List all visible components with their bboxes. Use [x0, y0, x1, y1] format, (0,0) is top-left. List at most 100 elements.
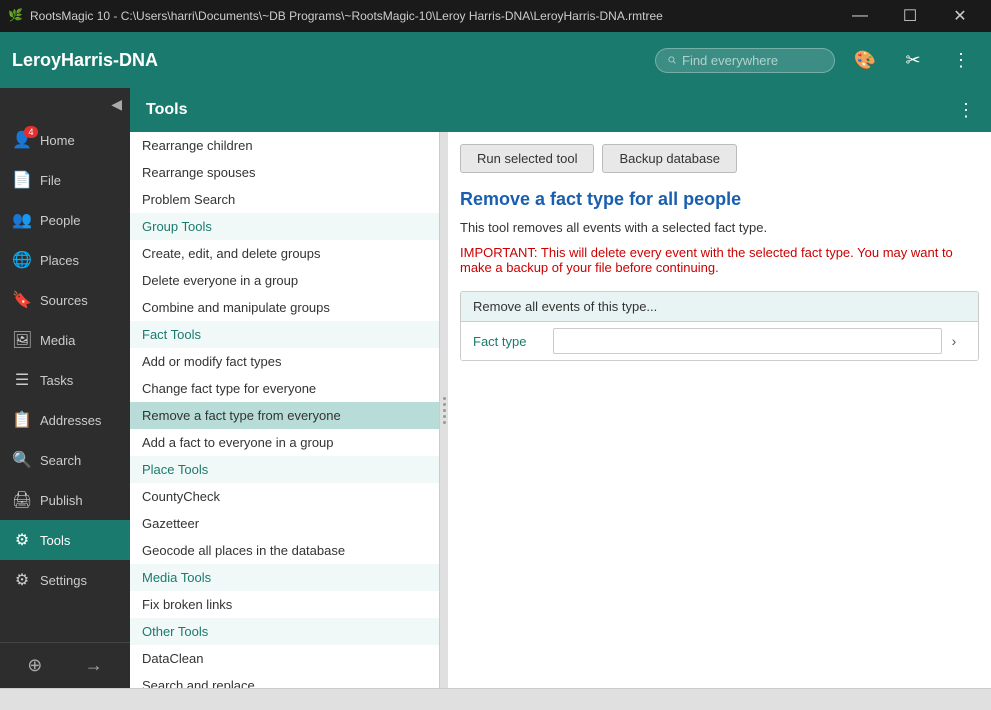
tool-item-rearrange-children[interactable]: Rearrange children — [130, 132, 439, 159]
fact-type-row: Fact type › — [461, 322, 978, 360]
content-area: Tools ⋮ Rearrange children Rearrange spo… — [130, 88, 991, 688]
titlebar-title: RootsMagic 10 - C:\Users\harri\Documents… — [30, 9, 837, 23]
tool-item-remove-fact-type[interactable]: Remove a fact type from everyone — [130, 402, 439, 429]
search-icon — [668, 53, 676, 67]
sidebar-item-sources[interactable]: 🔖 Sources — [0, 280, 130, 320]
close-button[interactable]: ✕ — [937, 0, 983, 32]
sidebar-item-label: Home — [40, 133, 75, 148]
sidebar-item-settings[interactable]: ⚙ Settings — [0, 560, 130, 600]
content-header: Tools ⋮ — [130, 88, 991, 132]
sidebar-item-label: Media — [40, 333, 75, 348]
search-box — [655, 48, 835, 73]
app: LeroyHarris-DNA 🎨 ✂ ⋮ ◀ 👤 Home 4 — [0, 32, 991, 710]
sidebar-item-label: Tools — [40, 533, 70, 548]
tools-panel: Rearrange children Rearrange spouses Pro… — [130, 132, 440, 688]
sidebar-item-label: People — [40, 213, 80, 228]
tool-detail-title: Remove a fact type for all people — [460, 189, 979, 210]
tool-item-dataclean[interactable]: DataClean — [130, 645, 439, 672]
sidebar-item-label: File — [40, 173, 61, 188]
tool-item-geocode[interactable]: Geocode all places in the database — [130, 537, 439, 564]
tool-category-fact: Fact Tools — [130, 321, 439, 348]
sidebar-item-label: Search — [40, 453, 81, 468]
sidebar-item-label: Tasks — [40, 373, 73, 388]
maximize-button[interactable]: ☐ — [887, 0, 933, 32]
navigate-button[interactable]: → — [81, 651, 107, 680]
tools-list: Rearrange children Rearrange spouses Pro… — [130, 132, 439, 688]
sidebar-item-addresses[interactable]: 📋 Addresses — [0, 400, 130, 440]
sidebar-item-file[interactable]: 📄 File — [0, 160, 130, 200]
sidebar-item-label: Settings — [40, 573, 87, 588]
sidebar-item-publish[interactable]: 🖨 Publish — [0, 480, 130, 520]
splitter-dot — [443, 403, 446, 406]
tool-item-combine-groups[interactable]: Combine and manipulate groups — [130, 294, 439, 321]
tool-item-delete-group[interactable]: Delete everyone in a group — [130, 267, 439, 294]
sidebar-item-label: Sources — [40, 293, 88, 308]
tool-item-search-replace[interactable]: Search and replace — [130, 672, 439, 688]
tool-action-buttons: Run selected tool Backup database — [460, 144, 979, 173]
tool-item-change-fact-type[interactable]: Change fact type for everyone — [130, 375, 439, 402]
splitter-dot — [443, 421, 446, 424]
sidebar-bottom: ⊕ → — [0, 642, 130, 688]
tools-icon: ⚙ — [12, 530, 32, 550]
palette-button[interactable]: 🎨 — [847, 42, 883, 78]
sidebar-item-places[interactable]: 🌐 Places — [0, 240, 130, 280]
places-icon: 🌐 — [12, 250, 32, 270]
content-menu-button[interactable]: ⋮ — [957, 100, 975, 121]
sidebar-item-media[interactable]: 🖼 Media — [0, 320, 130, 360]
sources-icon: 🔖 — [12, 290, 32, 310]
splitter-dot — [443, 409, 446, 412]
panel-splitter[interactable] — [440, 132, 448, 688]
run-tool-button[interactable]: Run selected tool — [460, 144, 594, 173]
app-icon: 🌿 — [8, 8, 24, 24]
backup-database-button[interactable]: Backup database — [602, 144, 736, 173]
app-title: LeroyHarris-DNA — [12, 50, 643, 71]
search-nav-icon: 🔍 — [12, 450, 32, 470]
tool-item-add-fact-group[interactable]: Add a fact to everyone in a group — [130, 429, 439, 456]
tasks-icon: ☰ — [12, 370, 32, 390]
sidebar-item-home[interactable]: 👤 Home 4 — [0, 120, 130, 160]
sidebar-item-label: Publish — [40, 493, 83, 508]
sidebar-collapse-button[interactable]: ◀ — [111, 96, 122, 113]
home-badge: 4 — [24, 126, 38, 138]
people-icon: 👥 — [12, 210, 32, 230]
file-icon: 📄 — [12, 170, 32, 190]
tool-warning: IMPORTANT: This will delete every event … — [460, 245, 979, 275]
header: LeroyHarris-DNA 🎨 ✂ ⋮ — [0, 32, 991, 88]
sidebar-item-label: Addresses — [40, 413, 101, 428]
addresses-icon: 📋 — [12, 410, 32, 430]
tool-item-fix-broken-links[interactable]: Fix broken links — [130, 591, 439, 618]
main-layout: ◀ 👤 Home 4 📄 File 👥 People 🌐 — [0, 88, 991, 688]
tool-category-group: Group Tools — [130, 213, 439, 240]
sidebar-item-label: Places — [40, 253, 79, 268]
tool-item-problem-search[interactable]: Problem Search — [130, 186, 439, 213]
tool-item-county-check[interactable]: CountyCheck — [130, 483, 439, 510]
minimize-button[interactable]: — — [837, 0, 883, 32]
splitter-dot — [443, 415, 446, 418]
sidebar-item-search[interactable]: 🔍 Search — [0, 440, 130, 480]
tool-category-other: Other Tools — [130, 618, 439, 645]
fact-type-arrow-button[interactable]: › — [942, 329, 966, 353]
search-input[interactable] — [682, 53, 822, 68]
more-menu-button[interactable]: ⋮ — [943, 42, 979, 78]
sidebar-item-people[interactable]: 👥 People — [0, 200, 130, 240]
add-button[interactable]: ⊕ — [23, 651, 46, 680]
fact-type-input[interactable] — [553, 328, 942, 354]
sidebar-item-tools[interactable]: ⚙ Tools — [0, 520, 130, 560]
tool-item-add-modify-facts[interactable]: Add or modify fact types — [130, 348, 439, 375]
splitter-dot — [443, 397, 446, 400]
window-controls: — ☐ ✕ — [837, 0, 983, 32]
tool-category-place: Place Tools — [130, 456, 439, 483]
detail-panel: Run selected tool Backup database Remove… — [448, 132, 991, 688]
content-title: Tools — [146, 101, 957, 119]
publish-icon: 🖨 — [12, 490, 32, 510]
tools-list-container: Rearrange children Rearrange spouses Pro… — [130, 132, 439, 688]
sidebar-item-tasks[interactable]: ☰ Tasks — [0, 360, 130, 400]
remove-section-header: Remove all events of this type... — [461, 292, 978, 322]
tool-category-media: Media Tools — [130, 564, 439, 591]
scissor-button[interactable]: ✂ — [895, 42, 931, 78]
tool-item-create-groups[interactable]: Create, edit, and delete groups — [130, 240, 439, 267]
tool-item-rearrange-spouses[interactable]: Rearrange spouses — [130, 159, 439, 186]
settings-icon: ⚙ — [12, 570, 32, 590]
tool-item-gazetteer[interactable]: Gazetteer — [130, 510, 439, 537]
remove-section: Remove all events of this type... Fact t… — [460, 291, 979, 361]
